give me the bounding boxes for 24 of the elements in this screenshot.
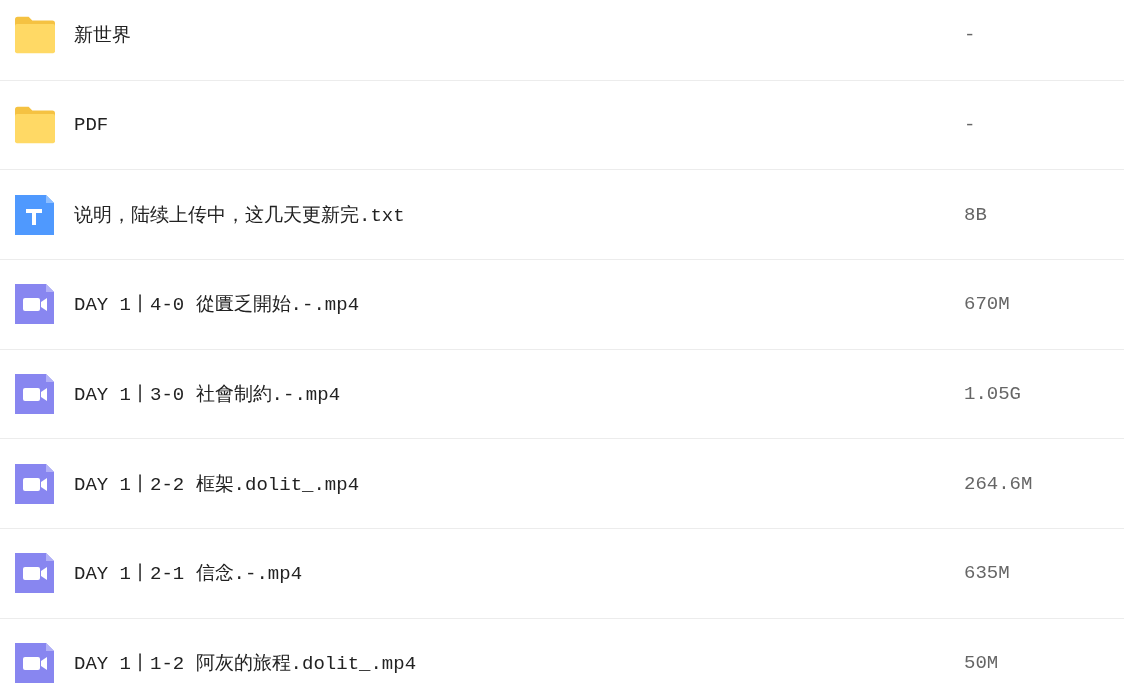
file-name[interactable]: PDF <box>74 114 934 137</box>
video-file-icon <box>15 374 55 415</box>
file-name[interactable]: 说明，陆续上传中，这几天更新完.txt <box>74 201 934 228</box>
video-file-icon <box>15 463 55 504</box>
file-name[interactable]: DAY 1丨3-0 社會制約.-.mp4 <box>74 381 934 408</box>
file-name[interactable]: DAY 1丨2-2 框架.dolit_.mp4 <box>74 470 934 497</box>
file-size: 264.6M <box>964 472 1033 495</box>
file-size: 1.05G <box>964 383 1021 406</box>
file-size: 635M <box>964 562 1010 585</box>
file-name[interactable]: DAY 1丨2-1 信念.-.mp4 <box>74 560 934 587</box>
file-name[interactable]: DAY 1丨1-2 阿灰的旅程.dolit_.mp4 <box>74 650 934 677</box>
text-file-icon <box>15 194 55 235</box>
video-file-icon <box>15 284 55 325</box>
file-size: 50M <box>964 652 999 675</box>
video-file-icon <box>15 553 55 594</box>
folder-icon <box>15 105 55 146</box>
video-file-icon <box>15 643 55 684</box>
file-size: - <box>964 24 976 47</box>
file-name[interactable]: DAY 1丨4-0 從匱乏開始.-.mp4 <box>74 291 934 318</box>
file-size: - <box>964 114 976 137</box>
file-name[interactable]: 新世界 <box>74 22 934 49</box>
folder-icon <box>15 15 55 56</box>
file-size: 670M <box>964 293 1010 316</box>
file-size: 8B <box>964 203 987 226</box>
